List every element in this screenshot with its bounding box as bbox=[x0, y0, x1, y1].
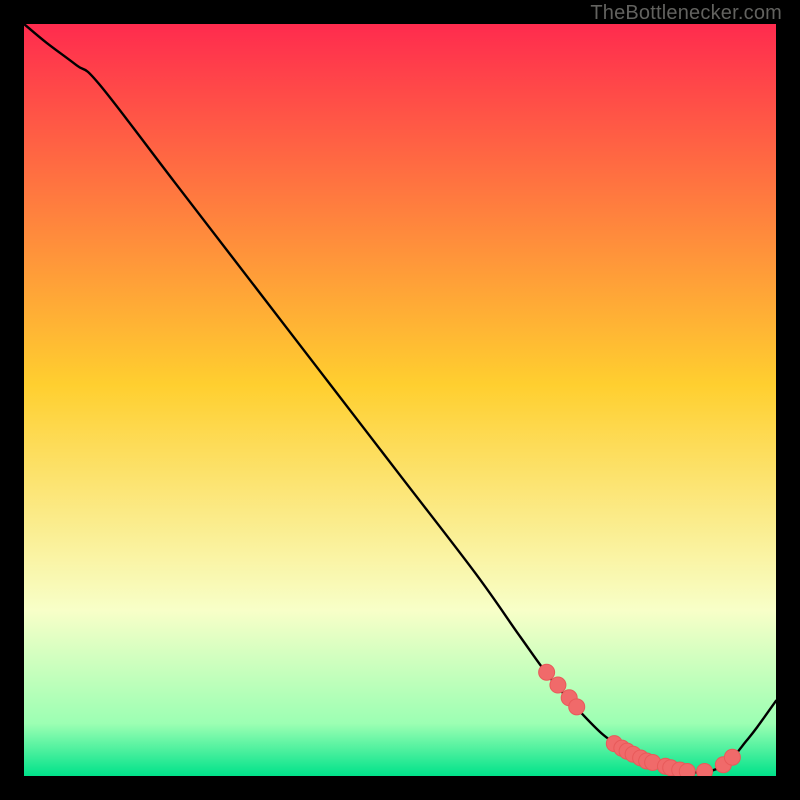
chart-svg bbox=[24, 24, 776, 776]
chart-plot bbox=[24, 24, 776, 776]
marker-dot bbox=[724, 749, 740, 765]
marker-dot bbox=[569, 699, 585, 715]
marker-dot bbox=[550, 677, 566, 693]
gradient-background bbox=[24, 24, 776, 776]
marker-dot bbox=[539, 664, 555, 680]
marker-dot bbox=[697, 763, 713, 776]
marker-dot bbox=[679, 763, 695, 776]
attribution-text: TheBottlenecker.com bbox=[590, 2, 782, 25]
chart-page: TheBottlenecker.com bbox=[0, 0, 800, 800]
